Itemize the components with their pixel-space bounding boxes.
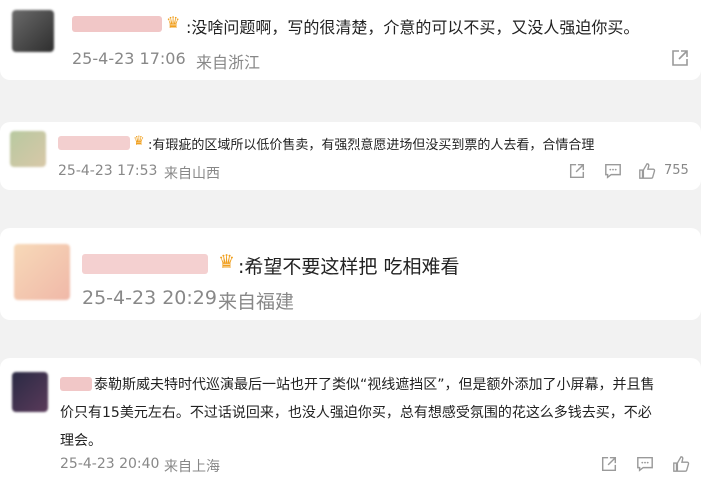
comment-text-line: 泰勒斯威夫特时代巡演最后一站也开了类似“视线遮挡区”，但是额外添加了小屏幕，并且…	[94, 377, 655, 393]
comment-time: 25-4-23 20:29	[82, 287, 217, 309]
comment-text: :没啥问题啊，写的很清楚，介意的可以不买，又没人强迫你买。	[186, 18, 640, 37]
comment-card: ♛ :希望不要这样把 吃相难看 25-4-23 20:29 来自福建	[0, 228, 701, 320]
avatar[interactable]	[12, 10, 54, 52]
comment-location: 来自福建	[218, 291, 295, 313]
share-icon[interactable]	[566, 160, 588, 182]
comment-time: 25-4-23 20:40	[60, 456, 160, 472]
comment-icon[interactable]	[634, 453, 656, 475]
thumbs-up-icon[interactable]	[636, 160, 658, 182]
comment-time: 25-4-23 17:53	[58, 163, 158, 179]
share-icon[interactable]	[598, 453, 620, 475]
vip-crown-icon: ♛	[133, 134, 145, 149]
like-count: 755	[664, 163, 689, 178]
avatar[interactable]	[14, 244, 70, 300]
comment-time: 25-4-23 17:06	[72, 49, 186, 68]
comment-text-line: 价只有15美元左右。不过话说回来，也没人强迫你买，总有想感受氛围的花这么多钱去买…	[60, 405, 652, 421]
comment-card: ♛ :没啥问题啊，写的很清楚，介意的可以不买，又没人强迫你买。 25-4-23 …	[0, 0, 701, 80]
avatar[interactable]	[12, 372, 48, 412]
avatar[interactable]	[10, 131, 46, 167]
username[interactable]	[60, 377, 92, 391]
thumbs-up-icon[interactable]	[670, 453, 692, 475]
comment-card: 泰勒斯威夫特时代巡演最后一站也开了类似“视线遮挡区”，但是额外添加了小屏幕，并且…	[0, 358, 701, 484]
comment-location: 来自山西	[164, 166, 220, 182]
username[interactable]	[72, 16, 162, 32]
vip-crown-icon: ♛	[218, 251, 236, 273]
username[interactable]	[82, 254, 208, 274]
comment-text: :有瑕疵的区域所以低价售卖，有强烈意愿进场但没买到票的人去看，合情合理	[148, 138, 595, 153]
username[interactable]	[58, 136, 130, 150]
comment-location: 来自上海	[164, 459, 220, 475]
vip-crown-icon: ♛	[166, 13, 181, 32]
comment-text: :希望不要这样把 吃相难看	[238, 256, 460, 278]
comment-icon[interactable]	[602, 160, 624, 182]
comment-location: 来自浙江	[196, 53, 261, 72]
share-icon[interactable]	[668, 46, 692, 70]
comment-card: ♛ :有瑕疵的区域所以低价售卖，有强烈意愿进场但没买到票的人去看，合情合理 25…	[0, 122, 701, 190]
comment-text-line: 理会。	[60, 433, 102, 449]
